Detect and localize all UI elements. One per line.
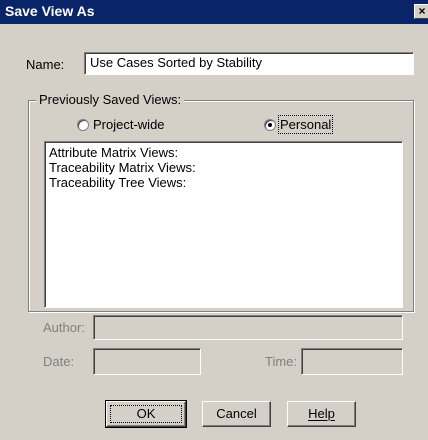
saved-views-list[interactable]: Attribute Matrix Views: Traceability Mat…: [44, 141, 403, 308]
ok-focus-rect: [110, 405, 182, 423]
list-item-traceability-tree-views[interactable]: Traceability Tree Views:: [49, 175, 398, 190]
time-label: Time:: [265, 354, 298, 369]
name-input[interactable]: Use Cases Sorted by Stability: [84, 52, 414, 75]
name-label: Name:: [26, 57, 65, 72]
name-input-value: Use Cases Sorted by Stability: [90, 55, 262, 70]
personal-label[interactable]: Personal: [277, 115, 334, 134]
title-bar[interactable]: Save View As ×: [0, 0, 428, 24]
personal-radio-dot: [268, 123, 272, 127]
time-field: [301, 348, 403, 375]
previously-saved-views-label: Previously Saved Views:: [36, 92, 185, 107]
save-view-as-dialog: Save View As × Name: Use Cases Sorted by…: [0, 0, 428, 440]
project-wide-radio[interactable]: [77, 119, 89, 131]
ok-button[interactable]: OK: [105, 400, 187, 428]
help-button-label: Help: [308, 406, 335, 421]
date-field: [93, 348, 201, 375]
date-label: Date:: [43, 354, 75, 369]
personal-radio[interactable]: [264, 119, 276, 131]
cancel-button-label: Cancel: [216, 406, 257, 421]
help-button[interactable]: Help: [287, 401, 356, 427]
cancel-button[interactable]: Cancel: [202, 401, 271, 427]
close-button[interactable]: ×: [414, 4, 428, 19]
list-item-traceability-matrix-views[interactable]: Traceability Matrix Views:: [49, 160, 398, 175]
project-wide-label[interactable]: Project-wide: [93, 117, 165, 132]
close-icon: ×: [418, 4, 426, 18]
author-field: [93, 315, 403, 340]
author-label: Author:: [43, 320, 85, 335]
list-item-attribute-matrix-views[interactable]: Attribute Matrix Views:: [49, 145, 398, 160]
dialog-title: Save View As: [5, 3, 95, 19]
